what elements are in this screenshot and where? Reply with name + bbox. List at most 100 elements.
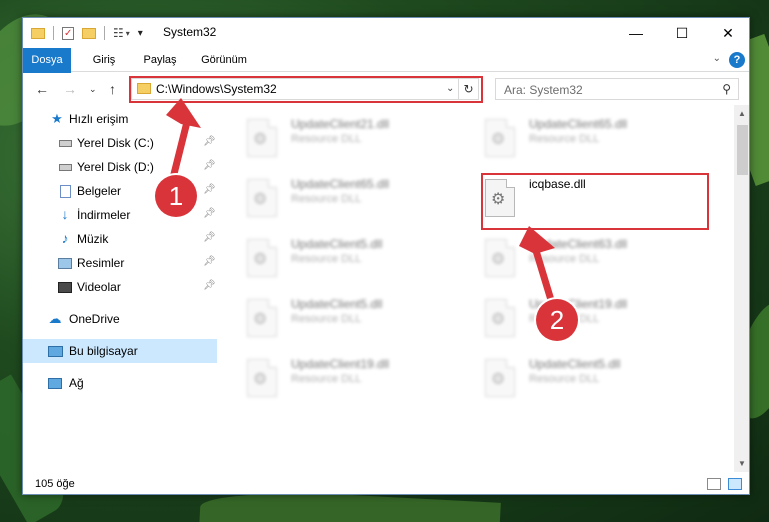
file-type: Resource DLL xyxy=(529,373,600,385)
dll-file-icon: ⚙ xyxy=(485,239,515,277)
pin-icon[interactable]: 📌︎ xyxy=(203,208,216,219)
help-button[interactable]: ? xyxy=(729,52,745,68)
sidebar-item-label: Videolar xyxy=(77,280,121,294)
file-type: Resource DLL xyxy=(291,373,362,385)
up-arrow-icon[interactable]: ↑ xyxy=(109,81,116,97)
tab-share[interactable]: Paylaş xyxy=(135,48,185,72)
address-bar-highlight xyxy=(129,76,483,103)
file-list: ⚙ UpdateClient21.dll Resource DLL ⚙ Upda… xyxy=(219,105,733,472)
file-name: UpdateClient65.dll xyxy=(291,177,390,191)
sidebar-item-label: OneDrive xyxy=(69,312,120,326)
music-icon: ♪ xyxy=(61,230,69,246)
close-button[interactable]: ✕ xyxy=(705,18,749,48)
sidebar-item-label: Bu bilgisayar xyxy=(69,344,138,358)
divider xyxy=(53,26,54,40)
dll-file-icon: ⚙ xyxy=(485,299,515,337)
list-item[interactable]: ⚙ UpdateClient5.dll Resource DLL xyxy=(457,353,687,407)
vertical-scrollbar[interactable]: ▲ ▼ xyxy=(734,105,749,472)
recent-locations-icon[interactable]: ⌄ xyxy=(89,84,97,95)
sidebar-item-local-disk-c[interactable]: Yerel Disk (C:) 📌︎ xyxy=(23,131,217,155)
ribbon-tabs: Dosya Giriş Paylaş Görünüm ⌄ ? xyxy=(23,48,749,102)
pin-icon[interactable]: 📌︎ xyxy=(203,256,216,267)
sidebar-item-onedrive[interactable]: ☁ OneDrive xyxy=(23,307,217,331)
list-item[interactable]: ⚙ UpdateClient19.dll Resource DLL xyxy=(219,353,449,407)
file-name: UpdateClient5.dll xyxy=(291,297,383,311)
file-type: Resource DLL xyxy=(529,133,600,145)
large-icons-view-icon[interactable] xyxy=(728,478,742,490)
pin-icon[interactable]: 📌︎ xyxy=(203,136,216,147)
step-2-badge: 2 xyxy=(536,299,578,341)
navigation-pane: ★ Hızlı erişim Yerel Disk (C:) 📌︎ Yerel … xyxy=(23,105,217,472)
details-view-icon[interactable] xyxy=(707,478,721,490)
file-name: UpdateClient21.dll xyxy=(291,117,390,131)
scroll-down-icon[interactable]: ▼ xyxy=(738,459,746,468)
sidebar-item-network[interactable]: Ağ xyxy=(23,371,217,395)
window-title: System32 xyxy=(163,25,217,39)
chevron-down-icon[interactable]: ▾ xyxy=(126,29,130,38)
download-icon: ↓ xyxy=(61,206,69,222)
sidebar-item-label: Belgeler xyxy=(77,184,122,198)
file-type: Resource DLL xyxy=(291,253,362,265)
properties-icon[interactable]: ✓ xyxy=(62,26,74,40)
item-count: 105 öğe xyxy=(35,478,75,490)
dll-file-icon: ⚙ xyxy=(247,239,277,277)
sidebar-item-local-disk-d[interactable]: Yerel Disk (D:) 📌︎ xyxy=(23,155,217,179)
scrollbar-thumb[interactable] xyxy=(737,125,748,175)
drive-icon xyxy=(57,136,73,150)
drive-icon xyxy=(57,160,73,174)
gear-icon: ⚙ xyxy=(253,311,268,328)
tab-view[interactable]: Görünüm xyxy=(193,48,255,72)
minimize-button[interactable]: — xyxy=(613,18,659,48)
sidebar-item-pictures[interactable]: Resimler 📌︎ xyxy=(23,251,217,275)
pin-icon[interactable]: 📌︎ xyxy=(203,160,216,171)
list-item[interactable]: ⚙ UpdateClient21.dll Resource DLL xyxy=(219,113,449,167)
customize-toolbar-icon[interactable]: ▾ xyxy=(138,28,143,39)
sidebar-item-quick-access[interactable]: ★ Hızlı erişim xyxy=(23,107,217,131)
sidebar-item-this-pc[interactable]: Bu bilgisayar xyxy=(23,339,217,363)
star-icon: ★ xyxy=(51,111,63,126)
view-options-icon[interactable]: ☷ xyxy=(113,26,124,40)
dll-file-icon: ⚙ xyxy=(247,119,277,157)
documents-icon xyxy=(57,184,73,198)
network-icon xyxy=(47,376,63,390)
gear-icon: ⚙ xyxy=(491,371,506,388)
forward-arrow-icon[interactable]: → xyxy=(63,81,77,97)
videos-icon xyxy=(57,280,73,294)
sidebar-item-label: Müzik xyxy=(77,232,109,246)
pin-icon[interactable]: 📌︎ xyxy=(203,184,216,195)
list-item[interactable]: ⚙ UpdateClient65.dll Resource DLL xyxy=(457,113,687,167)
dll-file-icon: ⚙ xyxy=(247,359,277,397)
search-input[interactable]: Ara: System32 ⚲ xyxy=(495,78,739,100)
tab-home[interactable]: Giriş xyxy=(81,48,127,72)
sidebar-item-videos[interactable]: Videolar 📌︎ xyxy=(23,275,217,299)
file-name: UpdateClient5.dll xyxy=(529,357,621,371)
maximize-button[interactable]: ☐ xyxy=(659,18,705,48)
title-bar: ✓ ☷ ▾ ▾ System32 — ☐ ✕ xyxy=(23,18,749,48)
scroll-up-icon[interactable]: ▲ xyxy=(738,109,746,118)
dll-file-icon: ⚙ xyxy=(247,299,277,337)
list-item[interactable]: ⚙ UpdateClient63.dll Resource DLL xyxy=(457,233,687,287)
search-placeholder: Ara: System32 xyxy=(504,83,583,97)
pin-icon[interactable]: 📌︎ xyxy=(203,280,216,291)
sidebar-item-label: Yerel Disk (C:) xyxy=(77,136,154,150)
back-arrow-icon[interactable]: ← xyxy=(35,81,49,97)
gear-icon: ⚙ xyxy=(253,191,268,208)
search-icon[interactable]: ⚲ xyxy=(722,82,731,96)
dll-file-icon: ⚙ xyxy=(247,179,277,217)
pin-icon[interactable]: 📌︎ xyxy=(203,232,216,243)
list-item[interactable]: ⚙ UpdateClient5.dll Resource DLL xyxy=(219,293,449,347)
status-bar: 105 öğe xyxy=(23,473,749,494)
sidebar-item-music[interactable]: ♪ Müzik 📌︎ xyxy=(23,227,217,251)
quick-access-toolbar: ✓ ☷ ▾ ▾ xyxy=(31,24,143,42)
sidebar-item-label: Ağ xyxy=(69,376,84,390)
pictures-icon xyxy=(57,256,73,270)
file-name: UpdateClient19.dll xyxy=(291,357,390,371)
step-1-badge: 1 xyxy=(155,175,197,217)
list-item[interactable]: ⚙ UpdateClient65.dll Resource DLL xyxy=(219,173,449,227)
list-item[interactable]: ⚙ UpdateClient5.dll Resource DLL xyxy=(219,233,449,287)
explorer-window: ✓ ☷ ▾ ▾ System32 — ☐ ✕ Dosya Giriş Payla… xyxy=(22,17,750,495)
cloud-icon: ☁ xyxy=(48,311,62,326)
expand-ribbon-icon[interactable]: ⌄ xyxy=(713,53,721,64)
gear-icon: ⚙ xyxy=(253,251,268,268)
new-folder-icon[interactable] xyxy=(82,27,96,39)
